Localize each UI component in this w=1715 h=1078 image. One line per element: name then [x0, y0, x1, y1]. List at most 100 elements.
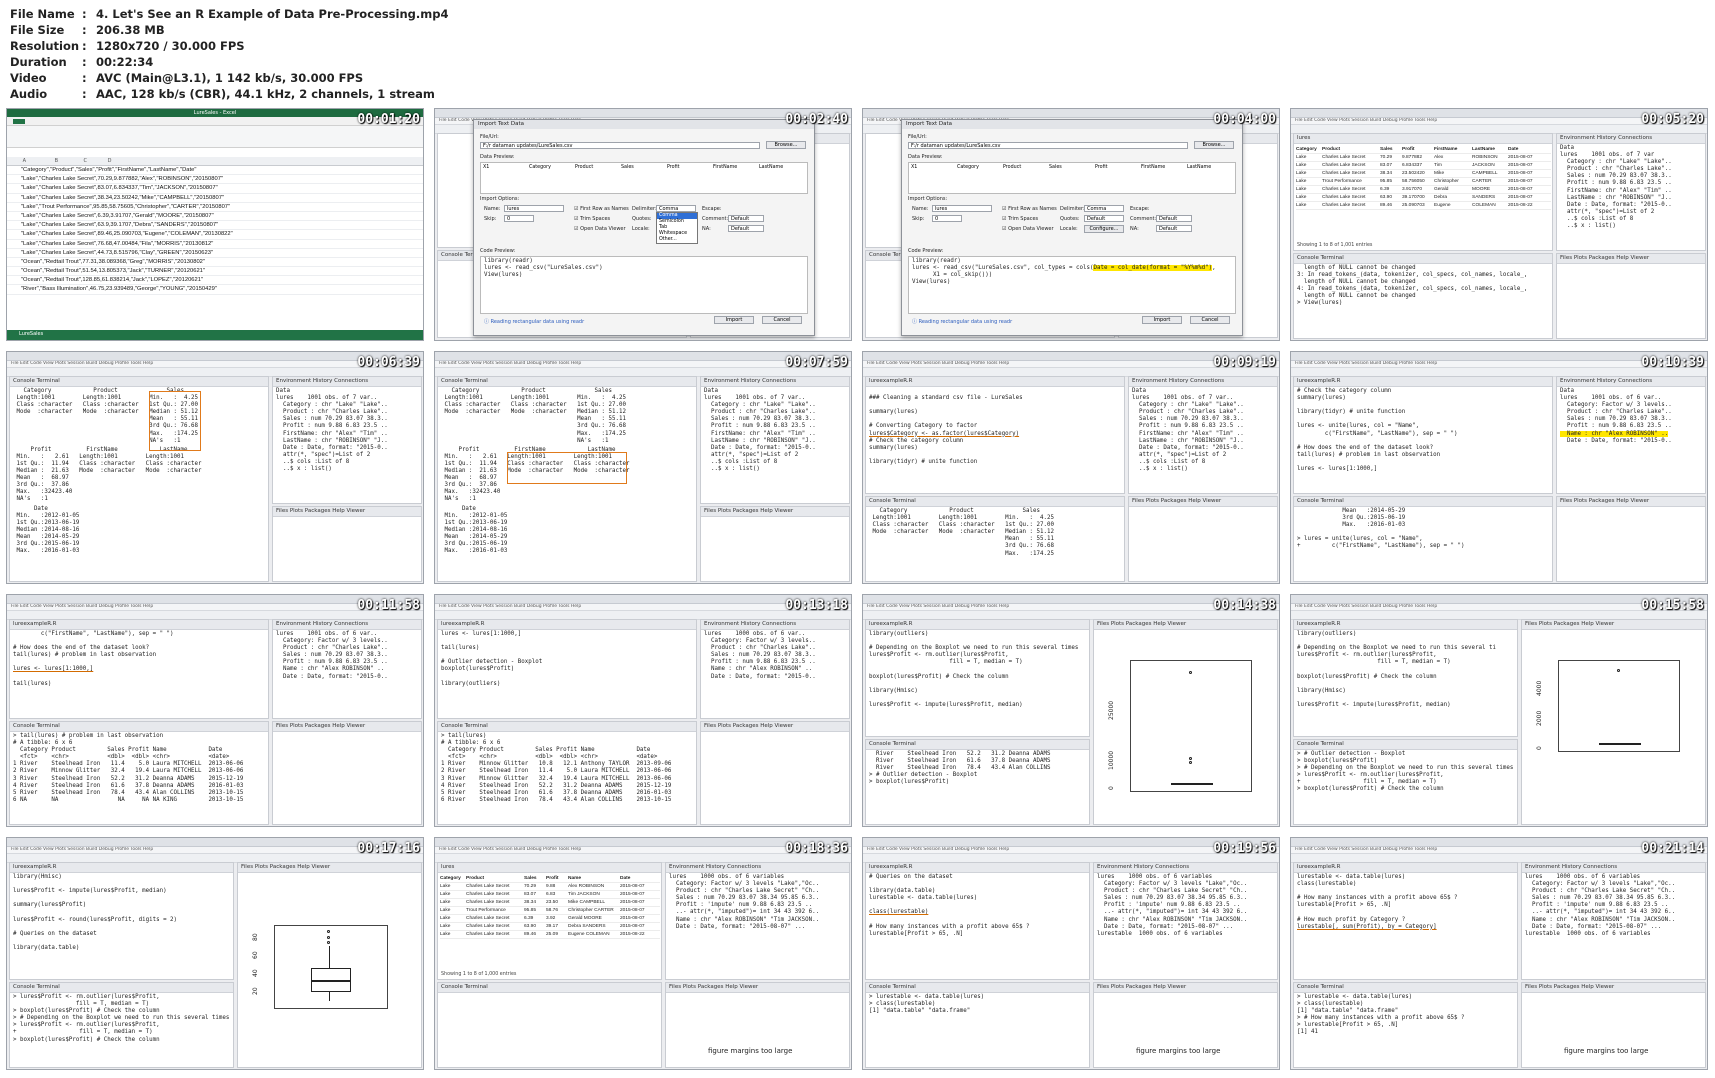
- quotes-select[interactable]: Default: [1084, 215, 1124, 222]
- preview-column-header[interactable]: X1: [911, 165, 957, 170]
- script-tab[interactable]: lureexampleR.R: [866, 377, 1124, 387]
- environment-pane[interactable]: Environment History Connections lures 10…: [272, 619, 422, 719]
- preview-column-header[interactable]: FirstName: [713, 165, 759, 170]
- console-pane[interactable]: Console Terminal Category Product Sales …: [9, 376, 269, 582]
- import-button[interactable]: Import: [1142, 316, 1182, 324]
- name-input[interactable]: lures: [932, 205, 992, 212]
- source-pane[interactable]: lureexampleR.R lures <- lures[1:1000,] t…: [437, 619, 697, 719]
- file-url-input[interactable]: F:/r dataman updates/LureSales.csv: [480, 142, 760, 149]
- sheet-row[interactable]: "Ocean","Redtail Trout",128.85,61.838214…: [7, 276, 423, 286]
- environment-pane[interactable]: Environment History Connections Data lur…: [700, 376, 850, 504]
- files-pane[interactable]: Files Plots Packages Help Viewer: [700, 506, 850, 582]
- name-input[interactable]: lures: [504, 205, 564, 212]
- column-header[interactable]: Profit: [546, 875, 568, 882]
- console-pane[interactable]: Console Terminal > lurestable <- data.ta…: [865, 982, 1090, 1068]
- comment-select[interactable]: Default: [1156, 215, 1192, 222]
- environment-pane[interactable]: Environment History Connections Data lur…: [1556, 133, 1706, 251]
- preview-column-header[interactable]: FirstName: [1141, 165, 1187, 170]
- plots-pane[interactable]: Files Plots Packages Help Viewer 0 2000 …: [1521, 619, 1706, 825]
- sheet-row[interactable]: "Lake","Charles Lake Secret",63.9,39.170…: [7, 221, 423, 231]
- viewer-tab[interactable]: lures: [438, 863, 661, 873]
- console-pane[interactable]: Console Terminal > lurestable <- data.ta…: [1293, 982, 1518, 1068]
- plots-pane[interactable]: Files Plots Packages Help Viewer 20 40 6…: [237, 862, 422, 1068]
- table-row[interactable]: Lake Charles Lake Secret 38.34 23.502420 Mik…: [1296, 170, 1551, 178]
- table-row[interactable]: Lake Trout Performance 95.85 58.76 Christoph…: [440, 907, 660, 915]
- script-tab[interactable]: lureexampleR.R: [866, 620, 1089, 630]
- script-tab[interactable]: lureexampleR.R: [1294, 377, 1552, 387]
- console-pane[interactable]: Console Terminal River Steelhead Iron 52…: [865, 739, 1090, 825]
- delimiter-option[interactable]: Other...: [657, 237, 697, 243]
- table-row[interactable]: Lake Charles Lake Secret 6.39 3.92 Gerald MO…: [440, 915, 660, 923]
- sheet-row[interactable]: "Lake","Charles Lake Secret",6.39,3.9170…: [7, 212, 423, 222]
- data-table[interactable]: Category Product Sales Profit Name Date Lake Ch…: [440, 875, 660, 939]
- formula-bar[interactable]: [7, 147, 423, 157]
- data-preview[interactable]: X1 Category Product Sales Profit FirstName Las…: [480, 162, 808, 194]
- column-header[interactable]: Date: [620, 875, 656, 882]
- file-url-input[interactable]: F:/r dataman updates/LureSales.csv: [908, 142, 1188, 149]
- console-pane[interactable]: Console Terminal > tail(lures) # problem…: [9, 721, 269, 825]
- first-row-checkbox[interactable]: ☑ First Row as Names: [574, 206, 629, 212]
- configure-button[interactable]: Configure...: [1084, 225, 1124, 233]
- environment-pane[interactable]: Environment History Connections Data lur…: [1556, 376, 1706, 494]
- preview-column-header[interactable]: Category: [957, 165, 1003, 170]
- files-pane[interactable]: Files Plots Packages Help Viewer: [1556, 496, 1706, 582]
- open-viewer-checkbox[interactable]: ☑ Open Data Viewer: [574, 226, 626, 232]
- column-header[interactable]: Date: [1508, 146, 1544, 153]
- cancel-button[interactable]: Cancel: [1190, 316, 1230, 324]
- source-pane[interactable]: lureexampleR.R lurestable <- data.table(…: [1293, 862, 1518, 980]
- column-header[interactable]: Product: [1322, 146, 1380, 153]
- sheet-row[interactable]: "Lake","Charles Lake Secret",89.46,25.09…: [7, 230, 423, 240]
- column-header[interactable]: Category: [1296, 146, 1322, 153]
- plots-pane[interactable]: Files Plots Packages Help Viewer figure …: [665, 982, 850, 1068]
- table-row[interactable]: Lake Charles Lake Secret 83.07 6.83 Tim JACK…: [440, 891, 660, 899]
- environment-pane[interactable]: Environment History Connections lures 10…: [1093, 862, 1278, 980]
- preview-column-header[interactable]: Sales: [1049, 165, 1095, 170]
- column-header[interactable]: Product: [466, 875, 524, 882]
- viewer-tab[interactable]: lures: [1294, 134, 1552, 144]
- script-tab[interactable]: lureexampleR.R: [866, 863, 1089, 873]
- console-pane[interactable]: Console Terminal > # Outlier detection -…: [1293, 739, 1518, 825]
- sheet-row[interactable]: "Category","Product","Sales","Profit","F…: [7, 166, 423, 176]
- console-pane[interactable]: Console Terminal > tail(lures) # A tibbl…: [437, 721, 697, 825]
- file-tab[interactable]: [13, 119, 25, 124]
- sheet-row[interactable]: "Lake","Charles Lake Secret",38.34,23.50…: [7, 194, 423, 203]
- sheet-row[interactable]: "Lake","Charles Lake Secret",83.07,6.834…: [7, 184, 423, 194]
- sheet-row[interactable]: "Ocean","Redtail Trout",77.31,38.089368,…: [7, 258, 423, 268]
- column-header[interactable]: Sales: [524, 875, 546, 882]
- environment-pane[interactable]: Environment History Connections lures 10…: [700, 619, 850, 719]
- column-header[interactable]: LastName: [1472, 146, 1508, 153]
- sheet-tab[interactable]: LureSales: [19, 331, 43, 337]
- data-table[interactable]: Category Product Sales Profit FirstName LastN…: [1296, 146, 1551, 210]
- column-header[interactable]: Name: [568, 875, 620, 882]
- files-pane[interactable]: Files Plots Packages Help Viewer: [700, 721, 850, 825]
- console-pane[interactable]: Console Terminal: [437, 982, 662, 1068]
- files-pane[interactable]: Files Plots Packages Help Viewer: [1128, 496, 1278, 582]
- preview-column-header[interactable]: Product: [575, 165, 621, 170]
- preview-column-header[interactable]: Category: [529, 165, 575, 170]
- import-button[interactable]: Import: [714, 316, 754, 324]
- console-pane[interactable]: Console Terminal Mean :2014-05-29 3rd Qu…: [1293, 496, 1553, 582]
- delimiter-select[interactable]: Comma: [1084, 205, 1124, 212]
- delimiter-dropdown[interactable]: Comma Semicolon Tab Whitespace Other...: [656, 212, 698, 244]
- table-row[interactable]: Lake Charles Lake Secret 70.29 9.88 Alex ROB…: [440, 883, 660, 891]
- trim-checkbox[interactable]: ☑ Trim Spaces: [1002, 216, 1038, 222]
- plots-pane[interactable]: Files Plots Packages Help Viewer figure …: [1093, 982, 1278, 1068]
- delimiter-select[interactable]: Comma: [656, 205, 696, 212]
- column-header[interactable]: Category: [440, 875, 466, 882]
- sheet-row[interactable]: "Lake","Trout Performance",95.85,58.7560…: [7, 203, 423, 212]
- sheet-row[interactable]: "River","Bass Illumination",46.75,23.939…: [7, 285, 423, 295]
- files-pane[interactable]: Files Plots Packages Help Viewer: [1556, 253, 1706, 339]
- sheet-row[interactable]: "Lake","Charles Lake Secret",44.73,8.515…: [7, 249, 423, 258]
- source-pane[interactable]: lureexampleR.R ### Cleaning a standard c…: [865, 376, 1125, 494]
- table-row[interactable]: Lake Trout Performance 95.85 58.756050 Chris…: [1296, 178, 1551, 186]
- files-pane[interactable]: Files Plots Packages Help Viewer: [272, 506, 422, 582]
- comment-select[interactable]: Default: [728, 215, 764, 222]
- preview-column-header[interactable]: Sales: [621, 165, 667, 170]
- script-tab[interactable]: lureexampleR.R: [438, 620, 696, 630]
- table-row[interactable]: Lake Charles Lake Secret 63.90 39.170700 Deb…: [1296, 194, 1551, 202]
- preview-column-header[interactable]: X1: [483, 165, 529, 170]
- source-pane[interactable]: lureexampleR.R library(Hmisc) lures$Prof…: [9, 862, 234, 980]
- source-pane[interactable]: lureexampleR.R library(outliers) # Depen…: [1293, 619, 1518, 737]
- browse-button[interactable]: Browse...: [1194, 141, 1234, 149]
- table-row[interactable]: Lake Charles Lake Secret 89.46 25.09 Eugene …: [440, 931, 660, 939]
